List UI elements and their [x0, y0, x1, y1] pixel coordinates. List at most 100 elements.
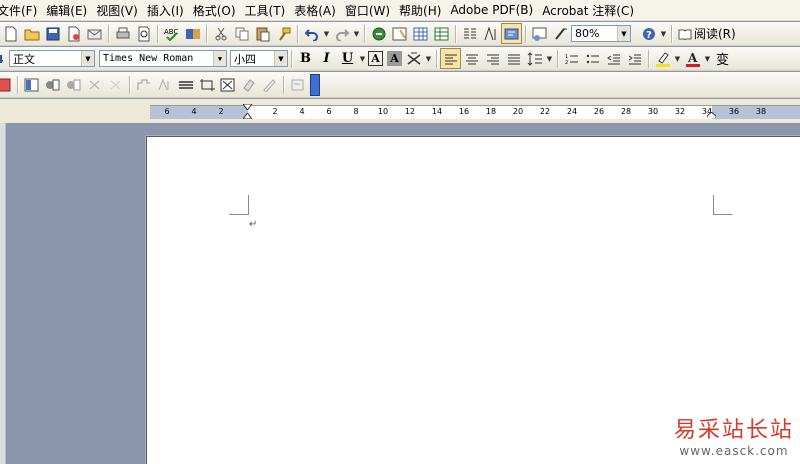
bold-button[interactable]: B [296, 49, 315, 68]
toolbar-separator [671, 24, 672, 43]
redo-dropdown-icon[interactable]: ▼ [352, 24, 361, 43]
horizontal-line-icon[interactable] [176, 75, 195, 94]
permission-icon[interactable] [64, 24, 83, 43]
font-select[interactable]: Times New Roman ▼ [99, 50, 227, 67]
font-size-value: 小四 [234, 52, 256, 66]
right-indent-marker[interactable] [707, 112, 716, 118]
print-preview-icon[interactable] [134, 24, 153, 43]
hanging-indent-marker[interactable] [243, 113, 252, 119]
insert-table-icon[interactable] [411, 24, 430, 43]
open-folder-icon[interactable] [22, 24, 41, 43]
menu-insert[interactable]: 插入(I) [147, 2, 193, 19]
decrease-indent-icon[interactable] [604, 49, 623, 68]
align-right-icon[interactable] [483, 49, 502, 68]
pencil-icon[interactable] [260, 75, 279, 94]
underline-button[interactable]: U [338, 49, 357, 68]
hyperlink-icon[interactable] [369, 24, 388, 43]
font-size-dropdown-icon[interactable]: ▼ [274, 51, 287, 66]
new-frame-right-icon[interactable] [43, 75, 62, 94]
ruler-tick-label: 24 [566, 107, 578, 116]
insert-excel-icon[interactable] [432, 24, 451, 43]
menu-edit[interactable]: 编辑(E) [46, 2, 96, 19]
delete-frame-icon[interactable] [106, 75, 125, 94]
menu-file[interactable]: 文件(F) [0, 2, 46, 19]
ruler-tick-label: 30 [647, 107, 659, 116]
menu-format[interactable]: 格式(O) [193, 2, 245, 19]
toolbar-options-handle[interactable] [310, 73, 320, 96]
underline-dropdown-icon[interactable]: ▼ [358, 49, 367, 68]
char-border-button[interactable]: A [368, 51, 383, 66]
show-hide-icon[interactable] [530, 24, 549, 43]
font-color-icon[interactable]: A [683, 49, 702, 68]
crop-icon[interactable] [197, 75, 216, 94]
font-dropdown-icon[interactable]: ▼ [213, 51, 226, 66]
zoom-dropdown-icon[interactable]: ▼ [617, 26, 630, 41]
tables-borders-icon[interactable] [390, 24, 409, 43]
menu-view[interactable]: 视图(V) [96, 2, 147, 19]
read-button[interactable]: 阅读(R) [675, 25, 739, 42]
cut-icon[interactable] [211, 24, 230, 43]
frame-properties-icon[interactable] [155, 75, 174, 94]
bullets-icon[interactable] [583, 49, 602, 68]
new-frame-above-icon[interactable] [64, 75, 83, 94]
menu-acrobat-comments[interactable]: Acrobat 注释(C) [542, 2, 643, 19]
font-size-select[interactable]: 小四 ▼ [230, 50, 288, 67]
menu-window[interactable]: 窗口(W) [345, 2, 399, 19]
save-icon[interactable] [43, 24, 62, 43]
italic-button[interactable]: I [317, 49, 336, 68]
help-icon[interactable]: ? [639, 24, 658, 43]
line-spacing-icon[interactable] [525, 49, 544, 68]
menu-table[interactable]: 表格(A) [294, 2, 345, 19]
research-icon[interactable] [183, 24, 202, 43]
ruler-tick-label: 2 [218, 107, 224, 116]
line-spacing-dropdown-icon[interactable]: ▼ [545, 49, 554, 68]
styles-pane-icon[interactable]: 4 [0, 49, 8, 68]
horizontal-ruler[interactable]: 6 4 2 2 4 6 8 10 12 14 16 18 20 22 24 26… [150, 104, 800, 119]
help-dropdown-icon[interactable]: ▼ [659, 24, 668, 43]
menu-adobe-pdf[interactable]: Adobe PDF(B) [450, 3, 542, 17]
new-frame-left-icon[interactable] [22, 75, 41, 94]
eraser-icon[interactable] [239, 75, 258, 94]
char-shading-button[interactable]: A [387, 51, 402, 66]
menu-tools[interactable]: 工具(T) [245, 2, 295, 19]
document-map-icon[interactable] [501, 23, 522, 44]
highlight-dropdown-icon[interactable]: ▼ [673, 49, 682, 68]
style-dropdown-icon[interactable]: ▼ [81, 51, 94, 66]
spelling-icon[interactable]: ABC [162, 24, 181, 43]
highlight-icon[interactable] [653, 49, 672, 68]
text-wrapping-icon[interactable] [218, 75, 237, 94]
toolbar-separator [455, 24, 456, 43]
new-document-icon[interactable] [1, 24, 20, 43]
reset-picture-icon[interactable] [288, 75, 307, 94]
zoom-select[interactable]: 80% ▼ [571, 25, 631, 42]
align-left-icon[interactable] [440, 48, 461, 69]
menu-help[interactable]: 帮助(H) [399, 2, 450, 19]
increase-indent-icon[interactable] [625, 49, 644, 68]
justify-icon[interactable] [504, 49, 523, 68]
columns-icon[interactable] [460, 24, 479, 43]
paste-icon[interactable] [253, 24, 272, 43]
phonetic-guide-button[interactable]: 变 [713, 49, 732, 68]
email-icon[interactable] [85, 24, 104, 43]
table-of-contents-icon[interactable] [0, 75, 13, 94]
undo-dropdown-icon[interactable]: ▼ [322, 24, 331, 43]
format-painter-icon[interactable] [274, 24, 293, 43]
new-frame-below-icon[interactable] [85, 75, 104, 94]
watermark-url: www.easck.com [679, 444, 789, 458]
font-color-dropdown-icon[interactable]: ▼ [703, 49, 712, 68]
first-line-indent-marker[interactable] [243, 104, 252, 110]
print-icon[interactable] [113, 24, 132, 43]
table-properties-icon[interactable] [134, 75, 153, 94]
copy-icon[interactable] [232, 24, 251, 43]
numbering-icon[interactable]: 12 [562, 49, 581, 68]
char-scaling-dropdown-icon[interactable]: ▼ [424, 49, 433, 68]
undo-icon[interactable] [302, 24, 321, 43]
drawing-icon[interactable] [481, 24, 500, 43]
char-scaling-icon[interactable] [404, 49, 423, 68]
vertical-ruler[interactable] [0, 123, 6, 464]
style-select[interactable]: 正文 ▼ [9, 50, 95, 67]
toolbar-separator [436, 49, 437, 68]
show-formatting-icon[interactable] [551, 24, 570, 43]
align-center-icon[interactable] [462, 49, 481, 68]
redo-icon[interactable] [332, 24, 351, 43]
